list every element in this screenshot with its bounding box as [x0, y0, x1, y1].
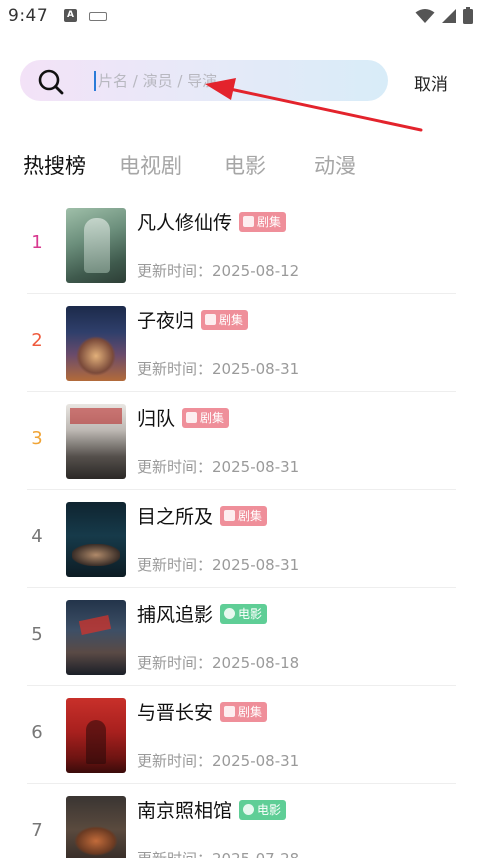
list-item[interactable]: 7 南京照相馆 电影 更新时间：2025-07-28 — [0, 784, 483, 858]
item-title: 捕风追影 — [137, 604, 214, 626]
a-app-icon: A — [64, 9, 77, 22]
poster-image[interactable] — [66, 698, 126, 773]
rank-number: 4 — [31, 526, 43, 547]
tab-anime[interactable]: 动漫 — [314, 150, 356, 180]
rank-number: 6 — [31, 722, 43, 743]
tab-hot-search[interactable]: 热搜榜 — [23, 150, 86, 180]
item-title: 子夜归 — [137, 310, 195, 332]
tab-tv-series[interactable]: 电视剧 — [119, 150, 182, 180]
update-time: 更新时间：2025-07-28 — [137, 848, 299, 858]
keyboard-icon — [89, 12, 107, 21]
search-bar[interactable] — [20, 60, 388, 101]
series-badge: 剧集 — [182, 407, 230, 428]
item-title: 与晋长安 — [137, 702, 214, 724]
film-reel-icon — [224, 608, 236, 619]
tab-movies[interactable]: 电影 — [224, 150, 266, 180]
tv-icon — [224, 706, 236, 717]
wifi-icon — [415, 8, 435, 23]
rank-number: 2 — [31, 330, 43, 351]
poster-image[interactable] — [66, 208, 126, 283]
list-item[interactable]: 2 子夜归 剧集 更新时间：2025-08-31 — [0, 294, 483, 392]
poster-image[interactable] — [66, 600, 126, 675]
search-input[interactable] — [98, 68, 338, 94]
rank-number: 7 — [31, 820, 43, 841]
series-badge: 剧集 — [220, 505, 268, 526]
movie-badge: 电影 — [239, 799, 287, 820]
rank-number: 5 — [31, 624, 43, 645]
status-icons — [415, 7, 473, 24]
item-title: 南京照相馆 — [137, 800, 233, 822]
tv-icon — [224, 510, 236, 521]
search-icon — [38, 69, 64, 95]
status-bar: 9:47 A — [0, 0, 483, 34]
film-reel-icon — [243, 804, 255, 815]
series-badge: 剧集 — [239, 211, 287, 232]
battery-icon — [463, 7, 473, 24]
list-item[interactable]: 5 捕风追影 电影 更新时间：2025-08-18 — [0, 588, 483, 686]
rank-number: 3 — [31, 428, 43, 449]
list-item[interactable]: 6 与晋长安 剧集 更新时间：2025-08-31 — [0, 686, 483, 784]
list-item[interactable]: 4 目之所及 剧集 更新时间：2025-08-31 — [0, 490, 483, 588]
list-item[interactable]: 3 归队 剧集 更新时间：2025-08-31 — [0, 392, 483, 490]
movie-badge: 电影 — [220, 603, 268, 624]
cancel-button[interactable]: 取消 — [414, 70, 448, 95]
update-time: 更新时间：2025-08-31 — [137, 752, 300, 770]
item-title: 目之所及 — [137, 506, 214, 528]
poster-image[interactable] — [66, 306, 126, 381]
item-title: 归队 — [137, 408, 176, 430]
poster-image[interactable] — [66, 796, 126, 858]
update-time: 更新时间：2025-08-12 — [137, 262, 300, 280]
signal-icon — [442, 8, 456, 23]
item-title: 凡人修仙传 — [137, 212, 233, 234]
status-time: 9:47 — [8, 6, 49, 26]
tv-icon — [205, 314, 217, 325]
rank-number: 1 — [31, 232, 43, 253]
tv-icon — [186, 412, 198, 423]
list-item[interactable]: 1 凡人修仙传 剧集 更新时间：2025-08-12 — [0, 196, 483, 294]
update-time: 更新时间：2025-08-31 — [137, 458, 300, 476]
update-time: 更新时间：2025-08-18 — [137, 654, 300, 672]
category-tabs: 热搜榜 电视剧 电影 动漫 — [0, 150, 483, 182]
update-time: 更新时间：2025-08-31 — [137, 360, 300, 378]
poster-image[interactable] — [66, 502, 126, 577]
series-badge: 剧集 — [220, 701, 268, 722]
tv-icon — [243, 216, 255, 227]
poster-image[interactable] — [66, 404, 126, 479]
update-time: 更新时间：2025-08-31 — [137, 556, 300, 574]
text-caret — [94, 71, 96, 91]
series-badge: 剧集 — [201, 309, 249, 330]
